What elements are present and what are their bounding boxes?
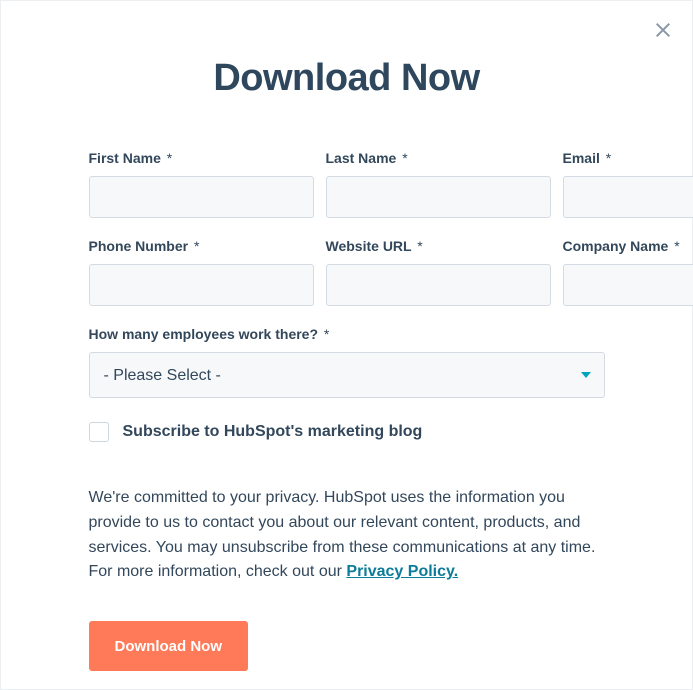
privacy-text: We're committed to your privacy. HubSpot… <box>89 486 605 585</box>
submit-button[interactable]: Download Now <box>89 621 249 671</box>
company-input[interactable] <box>563 264 693 306</box>
required-asterisk: * <box>402 150 407 166</box>
required-asterisk: * <box>417 238 422 254</box>
required-asterisk: * <box>167 150 172 166</box>
first-name-label-text: First Name <box>89 150 161 166</box>
company-label: Company Name * <box>563 238 693 254</box>
last-name-input[interactable] <box>326 176 551 218</box>
required-asterisk: * <box>324 326 329 342</box>
first-name-label: First Name * <box>89 150 314 166</box>
employees-label: How many employees work there? * <box>89 326 605 342</box>
modal-title: Download Now <box>1 57 692 100</box>
phone-input[interactable] <box>89 264 314 306</box>
email-input[interactable] <box>563 176 693 218</box>
first-name-input[interactable] <box>89 176 314 218</box>
last-name-label: Last Name * <box>326 150 551 166</box>
website-label: Website URL * <box>326 238 551 254</box>
company-label-text: Company Name <box>563 238 669 254</box>
website-input[interactable] <box>326 264 551 306</box>
subscribe-checkbox[interactable] <box>89 422 109 442</box>
last-name-label-text: Last Name <box>326 150 397 166</box>
email-label: Email * <box>563 150 693 166</box>
phone-label: Phone Number * <box>89 238 314 254</box>
privacy-policy-link[interactable]: Privacy Policy. <box>346 563 458 580</box>
website-label-text: Website URL <box>326 238 412 254</box>
download-modal: Download Now First Name * Last Name * Em… <box>0 0 693 690</box>
email-label-text: Email <box>563 150 600 166</box>
privacy-body: We're committed to your privacy. HubSpot… <box>89 489 596 580</box>
subscribe-label: Subscribe to HubSpot's marketing blog <box>123 423 423 441</box>
employees-label-text: How many employees work there? <box>89 326 319 342</box>
required-asterisk: * <box>606 150 611 166</box>
phone-label-text: Phone Number <box>89 238 189 254</box>
employees-select[interactable]: - Please Select - <box>89 352 605 398</box>
required-asterisk: * <box>194 238 199 254</box>
required-asterisk: * <box>674 238 679 254</box>
download-form: First Name * Last Name * Email * <box>89 150 605 671</box>
close-icon[interactable] <box>652 19 674 41</box>
